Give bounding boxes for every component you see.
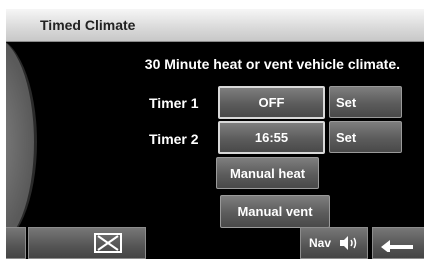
timer-2-label: Timer 2 — [149, 131, 199, 147]
timer-2-value-button[interactable]: 16:55 — [218, 121, 325, 154]
nav-audio-button[interactable]: Nav — [300, 227, 368, 259]
bottom-left-segment — [6, 227, 26, 259]
screen: Timed Climate 30 Minute heat or vent veh… — [6, 9, 424, 259]
speaker-icon — [337, 235, 361, 256]
manual-heat-button[interactable]: Manual heat — [216, 157, 319, 189]
description-text: 30 Minute heat or vent vehicle climate. — [144, 56, 400, 72]
bottom-bar: Nav — [6, 227, 424, 259]
timer-1-value-button[interactable]: OFF — [218, 86, 325, 119]
page-title: Timed Climate — [40, 17, 136, 33]
nav-label: Nav — [309, 236, 332, 250]
left-decorative-arc — [6, 37, 37, 247]
timer-2-set-button[interactable]: Set — [329, 121, 402, 153]
timer-1-label: Timer 1 — [149, 95, 199, 111]
close-button[interactable] — [28, 227, 146, 259]
manual-vent-button[interactable]: Manual vent — [220, 195, 330, 228]
timer-1-set-button[interactable]: Set — [329, 86, 402, 118]
close-icon — [94, 233, 122, 253]
title-bar: Timed Climate — [6, 9, 424, 42]
back-button[interactable] — [372, 227, 424, 259]
back-icon — [381, 238, 415, 257]
